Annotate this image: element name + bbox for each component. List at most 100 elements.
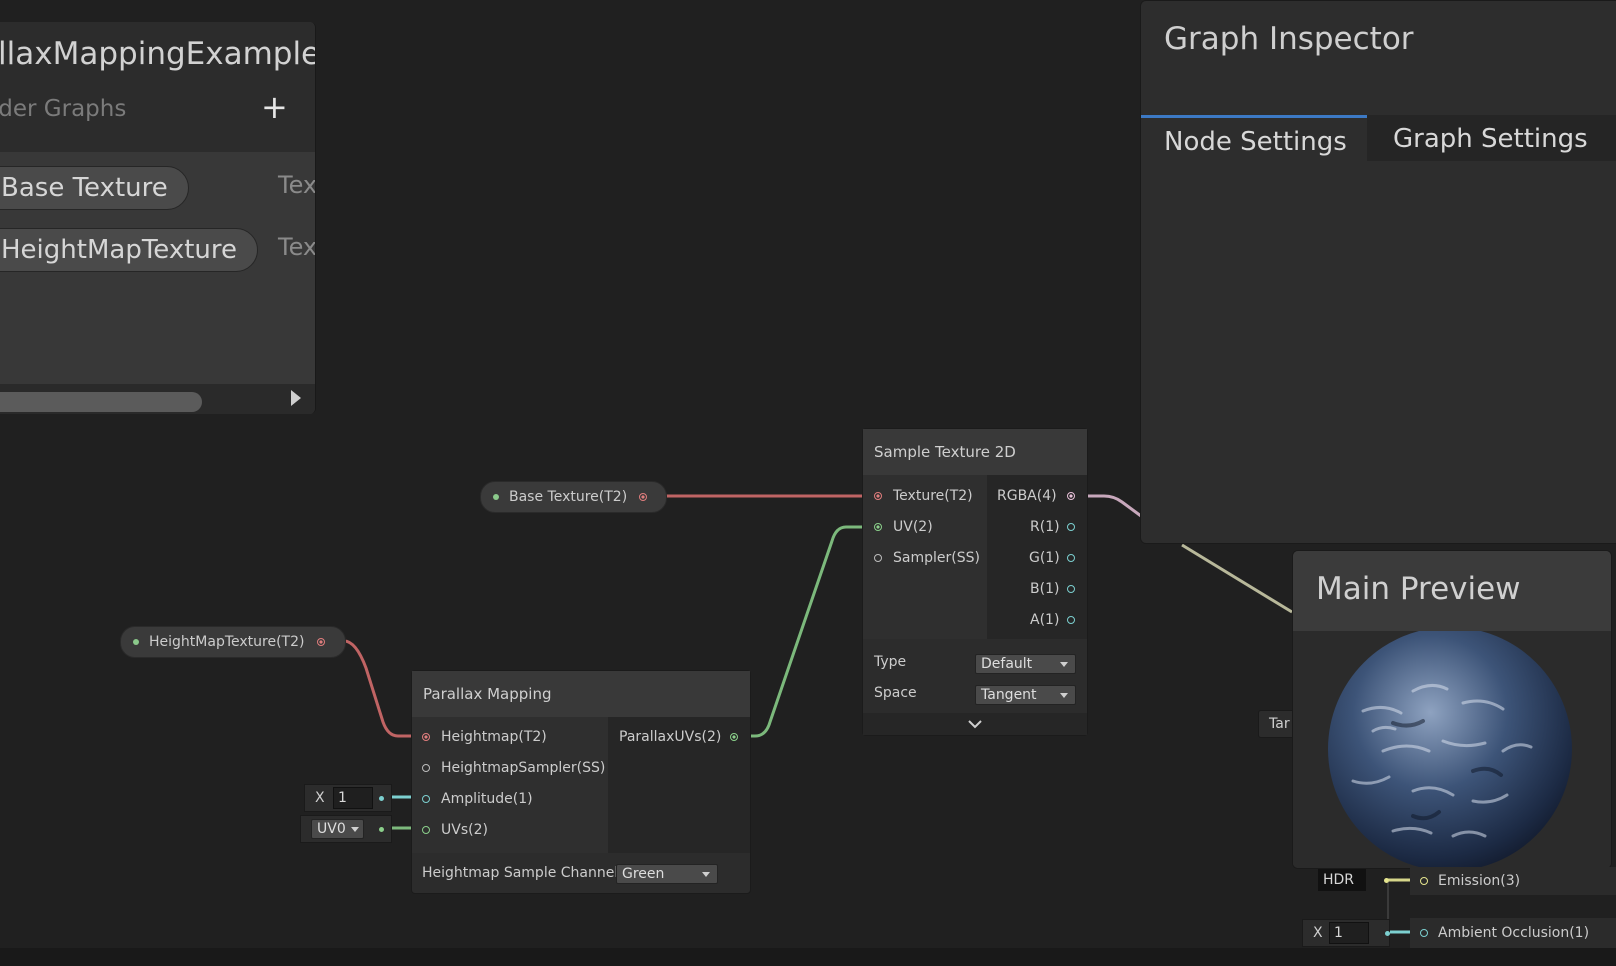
blackboard-property-type: Texture2D: [278, 233, 316, 261]
input-port-uvs[interactable]: [422, 826, 430, 834]
graph-inspector-panel: Graph Inspector Node Settings Graph Sett…: [1140, 0, 1616, 544]
port-label: RGBA(4): [997, 488, 1057, 504]
input-port-ambient-occlusion[interactable]: [1420, 929, 1428, 937]
amplitude-inline-field: X 1: [304, 784, 392, 812]
blackboard-scrollbar[interactable]: [0, 384, 315, 414]
main-preview-panel: Main Preview: [1292, 550, 1612, 869]
preview-sphere-image: [1328, 627, 1572, 868]
property-node-label: Base Texture(T2): [509, 489, 628, 505]
blackboard-subtitle: Shader Graphs: [0, 96, 127, 122]
port-dot: [379, 827, 384, 832]
output-port-a[interactable]: [1067, 616, 1075, 624]
tab-graph-settings[interactable]: Graph Settings: [1393, 115, 1588, 161]
preview-header: Main Preview: [1293, 551, 1611, 631]
inspector-tabs: Node Settings Graph Settings: [1141, 115, 1616, 161]
property-node-dot: [133, 639, 139, 645]
preview-title: Main Preview: [1316, 571, 1521, 607]
hdr-color-swatch[interactable]: HDR: [1318, 869, 1366, 891]
type-value: Default: [981, 656, 1033, 672]
output-port-socket[interactable]: [317, 638, 325, 646]
uv-value: UV0: [317, 821, 346, 837]
port-label: UV(2): [893, 519, 933, 535]
axis-label: X: [1313, 925, 1323, 941]
chevron-down-icon: [702, 872, 710, 877]
ao-inline-field: X 1: [1302, 919, 1390, 947]
scrollbar-thumb[interactable]: [0, 392, 202, 412]
space-dropdown[interactable]: Tangent: [975, 685, 1076, 705]
port-label: B(1): [1030, 581, 1060, 597]
uv-channel-dropdown[interactable]: UV0: [311, 819, 364, 839]
space-label: Space: [874, 685, 917, 701]
chevron-down-icon: [1060, 693, 1068, 698]
block-label: Ambient Occlusion(1): [1438, 925, 1590, 941]
tab-node-settings[interactable]: Node Settings: [1141, 115, 1367, 161]
channel-value: Green: [622, 866, 665, 882]
blackboard-title: ParallaxMappingExample: [0, 36, 316, 72]
port-label: Heightmap(T2): [441, 729, 547, 745]
heightmap-channel-dropdown[interactable]: Green: [616, 864, 718, 884]
port-dot: [1385, 931, 1390, 936]
node-collapse-bar[interactable]: [863, 713, 1087, 735]
status-bar: [0, 948, 1616, 966]
port-label: G(1): [1029, 550, 1060, 566]
block-ambient-occlusion[interactable]: Ambient Occlusion(1): [1410, 918, 1616, 948]
wire-parallax-uvs: [733, 525, 865, 738]
port-dot: [379, 796, 384, 801]
blackboard-header: ParallaxMappingExample Shader Graphs +: [0, 22, 315, 152]
port-label: R(1): [1030, 519, 1060, 535]
output-port-parallax-uvs[interactable]: [730, 733, 738, 741]
output-port-b[interactable]: [1067, 585, 1075, 593]
add-property-button[interactable]: +: [261, 88, 288, 126]
space-value: Tangent: [981, 687, 1037, 703]
type-dropdown[interactable]: Default: [975, 654, 1076, 674]
axis-label: X: [315, 790, 325, 806]
port-label: HeightmapSampler(SS): [441, 760, 606, 776]
output-port-rgba[interactable]: [1067, 492, 1075, 500]
hdr-inline-field: HDR: [1302, 867, 1389, 893]
input-port-emission[interactable]: [1420, 877, 1428, 885]
property-node-heightmap-texture[interactable]: HeightMapTexture(T2): [120, 626, 346, 658]
blackboard-panel: ParallaxMappingExample Shader Graphs + B…: [0, 22, 316, 414]
block-emission[interactable]: Emission(3): [1410, 867, 1616, 895]
property-node-label: HeightMapTexture(T2): [149, 634, 305, 650]
output-port-g[interactable]: [1067, 554, 1075, 562]
wire-rgba-out: [1086, 494, 1142, 518]
input-port-amplitude[interactable]: [422, 795, 430, 803]
port-label: Amplitude(1): [441, 791, 533, 807]
output-port-r[interactable]: [1067, 523, 1075, 531]
port-label: Texture(T2): [893, 488, 973, 504]
heightmap-channel-label: Heightmap Sample Channel: [422, 865, 619, 881]
property-node-dot: [493, 494, 499, 500]
block-label: Emission(3): [1438, 873, 1521, 889]
port-label: ParallaxUVs(2): [619, 729, 722, 745]
port-label: Sampler(SS): [893, 550, 980, 566]
port-label: A(1): [1030, 612, 1060, 628]
sample-texture-2d-node[interactable]: Sample Texture 2D Texture(T2) UV(2) Samp…: [862, 428, 1088, 736]
port-dot: [1384, 878, 1389, 883]
port-label: UVs(2): [441, 822, 488, 838]
input-port-heightmap[interactable]: [422, 733, 430, 741]
chevron-down-icon: [968, 720, 982, 729]
blackboard-property-base-texture[interactable]: Base Texture: [0, 166, 189, 210]
uv-inline-field: UV0: [300, 815, 392, 843]
parallax-mapping-node[interactable]: Parallax Mapping Heightmap(T2) Heightmap…: [411, 670, 751, 894]
blackboard-property-heightmap[interactable]: HeightMapTexture: [0, 228, 258, 272]
input-port-heightmap-sampler[interactable]: [422, 764, 430, 772]
input-port-sampler[interactable]: [874, 554, 882, 562]
chevron-down-icon: [351, 827, 359, 832]
input-port-uv[interactable]: [874, 523, 882, 531]
scroll-right-icon[interactable]: [291, 390, 301, 406]
type-label: Type: [874, 654, 907, 670]
blackboard-property-type: Texture2D: [278, 171, 316, 199]
output-port-socket[interactable]: [639, 493, 647, 501]
property-node-base-texture[interactable]: Base Texture(T2): [480, 481, 667, 513]
node-title: Parallax Mapping: [412, 671, 750, 717]
inspector-title: Graph Inspector: [1164, 21, 1414, 57]
preview-viewport[interactable]: [1293, 627, 1611, 868]
ao-input[interactable]: 1: [1329, 922, 1369, 944]
amplitude-input[interactable]: 1: [333, 787, 373, 809]
chevron-down-icon: [1060, 662, 1068, 667]
input-port-texture[interactable]: [874, 492, 882, 500]
wire-preview-out: [1181, 543, 1293, 614]
node-title: Sample Texture 2D: [863, 429, 1087, 475]
